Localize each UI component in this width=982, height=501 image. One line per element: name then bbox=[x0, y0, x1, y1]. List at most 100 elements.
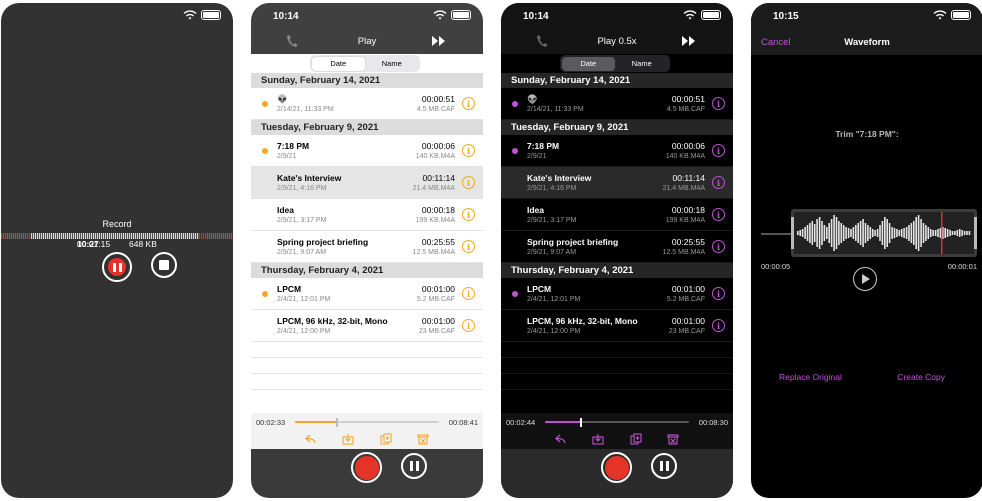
play-button[interactable] bbox=[853, 267, 877, 291]
record-label: Record bbox=[102, 219, 132, 229]
share-icon[interactable] bbox=[555, 433, 567, 445]
sort-segmented-control[interactable]: Date Name bbox=[310, 55, 420, 72]
stop-button[interactable] bbox=[151, 252, 177, 278]
pause-button[interactable] bbox=[651, 453, 677, 479]
info-icon[interactable]: i bbox=[462, 319, 475, 332]
info-icon[interactable]: i bbox=[462, 208, 475, 221]
toolbar bbox=[555, 433, 679, 445]
recording-date: 2/14/21, 11:33 PM bbox=[277, 106, 334, 113]
pause-button[interactable] bbox=[401, 453, 427, 479]
new-dot-icon bbox=[262, 101, 268, 107]
recording-row[interactable]: Spring project briefing 2/9/21, 9:07 AM 00… bbox=[501, 231, 733, 263]
recording-date: 2/9/21, 9:07 AM bbox=[277, 249, 327, 256]
recording-name: 👽 bbox=[527, 94, 538, 104]
level-meter bbox=[1, 233, 233, 239]
nav-bar: Cancel Waveform bbox=[751, 29, 982, 55]
info-icon[interactable]: i bbox=[462, 240, 475, 253]
info-icon[interactable]: i bbox=[712, 176, 725, 189]
new-dot-icon bbox=[512, 148, 518, 154]
info-icon[interactable]: i bbox=[712, 319, 725, 332]
segment-date[interactable]: Date bbox=[561, 56, 615, 71]
recording-date: 2/9/21, 4:16 PM bbox=[277, 185, 327, 192]
trash-icon[interactable] bbox=[417, 433, 429, 445]
duplicate-icon[interactable] bbox=[380, 433, 392, 445]
create-copy-button[interactable]: Create Copy bbox=[897, 372, 945, 382]
battery-icon bbox=[701, 10, 721, 20]
recording-row[interactable]: Kate's Interview 2/9/21, 4:16 PM 00:11:14 2… bbox=[251, 167, 483, 199]
recording-meta: 5.2 MB.CAF bbox=[416, 296, 455, 303]
wifi-icon bbox=[683, 10, 697, 20]
fast-forward-icon[interactable] bbox=[432, 36, 446, 46]
recording-row[interactable]: Idea 2/9/21, 3:17 PM 00:00:18 199 KB.M4A i bbox=[501, 199, 733, 231]
recording-date: 2/9/21, 3:17 PM bbox=[527, 217, 577, 224]
slider-handle[interactable] bbox=[580, 418, 582, 427]
info-icon[interactable]: i bbox=[462, 97, 475, 110]
import-icon[interactable] bbox=[592, 433, 604, 445]
recording-meta: 23 MB.CAF bbox=[418, 328, 455, 335]
slider-handle[interactable] bbox=[335, 418, 338, 427]
info-icon[interactable]: i bbox=[712, 208, 725, 221]
phone-list-light: 10:14 Play Date Name Sunday, February 14… bbox=[251, 3, 483, 498]
info-icon[interactable]: i bbox=[712, 97, 725, 110]
empty-row bbox=[501, 374, 733, 390]
phone-waveform-screen: 10:15 Cancel Waveform Trim "7:18 PM": 00… bbox=[751, 3, 982, 498]
info-icon[interactable]: i bbox=[712, 287, 725, 300]
segment-name[interactable]: Name bbox=[615, 57, 669, 71]
import-icon[interactable] bbox=[342, 433, 354, 445]
recording-row[interactable]: Spring project briefing 2/9/21, 9:07 AM 00… bbox=[251, 231, 483, 263]
top-bar: Play 0.5x bbox=[501, 29, 733, 54]
playback-slider[interactable] bbox=[295, 418, 439, 427]
sort-segmented-control[interactable]: Date Name bbox=[560, 55, 670, 72]
trim-region[interactable] bbox=[791, 209, 977, 257]
recording-row[interactable]: Kate's Interview 2/9/21, 4:16 PM 00:11:14 2… bbox=[501, 167, 733, 199]
recording-row[interactable]: LPCM, 96 kHz, 32-bit, Mono 2/4/21, 12:00 … bbox=[251, 310, 483, 342]
recording-date: 2/4/21, 12:00 PM bbox=[527, 328, 581, 335]
recording-name: LPCM, 96 kHz, 32-bit, Mono bbox=[527, 316, 638, 326]
recording-row[interactable]: 👽 2/14/21, 11:33 PM 00:00:51 4.5 MB.CAF i bbox=[501, 88, 733, 120]
segment-name[interactable]: Name bbox=[365, 57, 419, 71]
pause-record-button[interactable] bbox=[102, 252, 132, 282]
recording-date: 2/4/21, 12:01 PM bbox=[527, 296, 581, 303]
recording-meta: 21.4 MB.M4A bbox=[412, 185, 455, 192]
recording-row[interactable]: 7:18 PM 2/9/21 00:00:06 140 KB.M4A i bbox=[501, 135, 733, 167]
duplicate-icon[interactable] bbox=[630, 433, 642, 445]
record-controls bbox=[251, 449, 483, 498]
status-bar: 10:14 bbox=[251, 3, 483, 29]
empty-row bbox=[501, 342, 733, 358]
top-bar: Play bbox=[251, 29, 483, 54]
record-button[interactable] bbox=[601, 452, 632, 483]
battery-icon bbox=[951, 10, 971, 20]
recording-date: 2/9/21 bbox=[527, 153, 547, 160]
new-dot-icon bbox=[512, 291, 518, 297]
info-icon[interactable]: i bbox=[712, 144, 725, 157]
recording-duration: 00:11:14 bbox=[672, 173, 705, 183]
info-icon[interactable]: i bbox=[462, 287, 475, 300]
recording-name: Idea bbox=[277, 205, 295, 215]
trash-icon[interactable] bbox=[667, 433, 679, 445]
recording-row[interactable]: LPCM, 96 kHz, 32-bit, Mono 2/4/21, 12:00 … bbox=[501, 310, 733, 342]
info-icon[interactable]: i bbox=[712, 240, 725, 253]
replace-original-button[interactable]: Replace Original bbox=[779, 372, 842, 382]
segment-date[interactable]: Date bbox=[311, 56, 365, 71]
share-icon[interactable] bbox=[305, 433, 317, 445]
playback-slider[interactable] bbox=[545, 418, 689, 427]
fast-forward-icon[interactable] bbox=[682, 36, 696, 46]
record-button[interactable] bbox=[351, 452, 382, 483]
recording-duration: 00:00:18 bbox=[671, 205, 705, 215]
status-time: 10:15 bbox=[773, 11, 799, 22]
recording-row[interactable]: LPCM 2/4/21, 12:01 PM 00:01:00 5.2 MB.CAF i bbox=[251, 278, 483, 310]
recording-row[interactable]: LPCM 2/4/21, 12:01 PM 00:01:00 5.2 MB.CAF i bbox=[501, 278, 733, 310]
recording-row[interactable]: 👽 2/14/21, 11:33 PM 00:00:51 4.5 MB.CAF i bbox=[251, 88, 483, 120]
section-header: Sunday, February 14, 2021 bbox=[501, 73, 733, 88]
new-dot-icon bbox=[512, 101, 518, 107]
info-icon[interactable]: i bbox=[462, 176, 475, 189]
recording-row[interactable]: 7:18 PM 2/9/21 00:00:06 140 KB.M4A i bbox=[251, 135, 483, 167]
recording-duration: 00:01:00 bbox=[421, 284, 455, 294]
recording-meta: 12.5 MB.M4A bbox=[662, 249, 705, 256]
recording-row[interactable]: Idea 2/9/21, 3:17 PM 00:00:18 199 KB.M4A i bbox=[251, 199, 483, 231]
trim-start-time: 00:00:05 bbox=[761, 262, 791, 271]
info-icon[interactable]: i bbox=[462, 144, 475, 157]
recording-duration: 00:11:14 bbox=[422, 173, 455, 183]
new-dot-icon bbox=[262, 148, 268, 154]
recording-name: Spring project briefing bbox=[527, 237, 619, 247]
